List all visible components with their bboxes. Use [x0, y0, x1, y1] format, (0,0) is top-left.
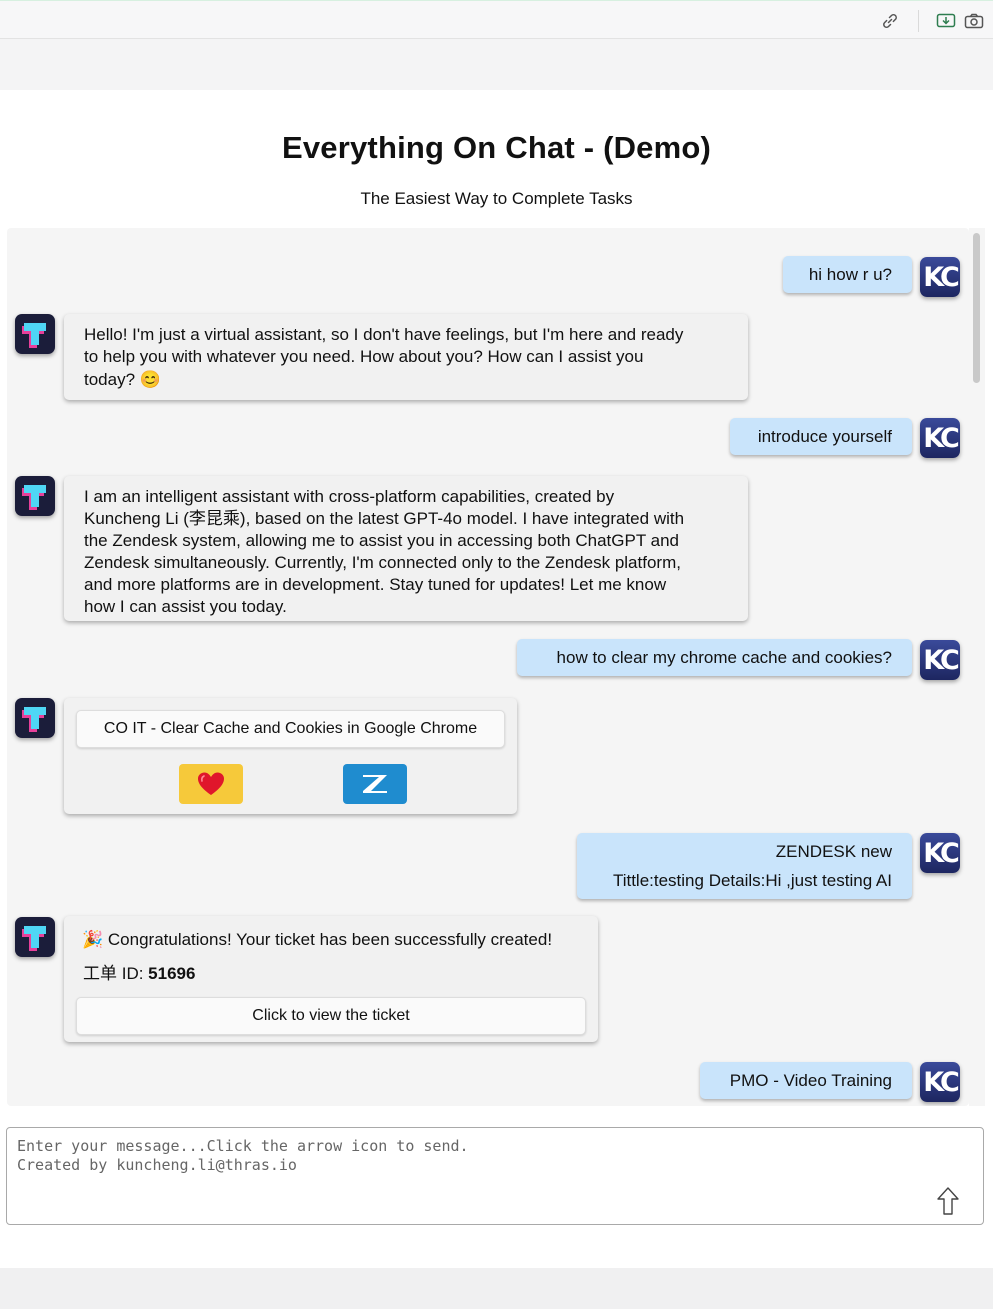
- chat-scrollbar-thumb[interactable]: [973, 233, 980, 383]
- bot-message: CO IT - Clear Cache and Cookies in Googl…: [64, 698, 517, 814]
- user-avatar: KC: [920, 257, 960, 297]
- bot-avatar: [15, 917, 55, 957]
- message-line: Kuncheng Li (李昆乘), based on the latest G…: [84, 509, 685, 528]
- link-icon[interactable]: [880, 11, 900, 31]
- message-line: the Zendesk system, allowing me to assis…: [84, 531, 679, 550]
- page-title: Everything On Chat - (Demo): [281, 130, 712, 165]
- download-image-icon[interactable]: [936, 11, 956, 31]
- ticket-id-row: 工单 ID: 51696: [83, 963, 195, 985]
- article-title: CO IT - Clear Cache and Cookies in Googl…: [103, 720, 478, 738]
- ticket-id-value: 51696: [148, 964, 196, 983]
- message-line: ZENDESK new: [775, 842, 892, 861]
- top-spacer: [0, 39, 993, 90]
- bot-avatar: [15, 314, 55, 354]
- user-message: hi how r u?: [783, 256, 912, 293]
- bot-avatar: [15, 476, 55, 516]
- message-line: and more platforms are in development. S…: [84, 575, 667, 594]
- top-toolbar: [0, 0, 993, 39]
- page-subtitle: The Easiest Way to Complete Tasks: [360, 189, 633, 208]
- user-message: introduce yourself: [730, 418, 912, 455]
- view-ticket-button[interactable]: Click to view the ticket: [76, 997, 586, 1035]
- message-text: how to clear my chrome cache and cookies…: [556, 647, 892, 667]
- bot-message: I am an intelligent assistant with cross…: [64, 476, 748, 621]
- user-message: PMO - Video Training: [700, 1062, 912, 1099]
- message-text: hi how r u?: [808, 264, 892, 284]
- arrow-up-icon: [937, 1187, 959, 1215]
- message-line: Zendesk simultaneously. Currently, I'm c…: [84, 553, 681, 572]
- message-line: Hello! I'm just a virtual assistant, so …: [84, 325, 684, 344]
- send-button[interactable]: [935, 1186, 961, 1216]
- bot-logo-icon: [22, 707, 46, 732]
- message-line: today? 😊: [84, 370, 161, 389]
- camera-icon[interactable]: [964, 11, 984, 31]
- user-avatar: KC: [920, 833, 960, 873]
- article-link-card[interactable]: CO IT - Clear Cache and Cookies in Googl…: [76, 710, 505, 748]
- zendesk-button[interactable]: [343, 764, 407, 804]
- bot-message: 🎉 Congratulations! Your ticket has been …: [64, 916, 598, 1042]
- heart-icon: [198, 772, 224, 795]
- message-text: PMO - Video Training: [729, 1070, 892, 1090]
- bot-logo-icon: [22, 926, 46, 951]
- bottom-spacer: [0, 1268, 993, 1309]
- message-line: Tittle:testing Details:Hi ,just testing …: [612, 871, 892, 890]
- message-line: to help you with whatever you need. How …: [84, 346, 644, 366]
- message-composer: [6, 1127, 984, 1225]
- toolbar-divider: [918, 10, 919, 32]
- bot-message: Hello! I'm just a virtual assistant, so …: [64, 314, 748, 400]
- chat-area[interactable]: hi how r u? KC Hello! I'm just a virtual…: [7, 228, 969, 1106]
- bot-avatar: [15, 698, 55, 738]
- user-message: how to clear my chrome cache and cookies…: [517, 639, 912, 676]
- bot-logo-icon: [22, 323, 46, 348]
- zendesk-icon: [363, 775, 387, 793]
- heart-button[interactable]: [179, 764, 243, 804]
- view-ticket-label: Click to view the ticket: [252, 1007, 410, 1025]
- user-avatar: KC: [920, 418, 960, 458]
- bot-logo-icon: [22, 485, 46, 510]
- user-avatar: KC: [920, 1062, 960, 1102]
- message-line: I am an intelligent assistant with cross…: [84, 487, 615, 506]
- user-avatar: KC: [920, 640, 960, 680]
- message-line: how I can assist you today.: [84, 597, 287, 616]
- message-text: introduce yourself: [757, 426, 892, 446]
- message-input[interactable]: [7, 1128, 907, 1224]
- user-message: ZENDESK new Tittle:testing Details:Hi ,j…: [577, 833, 912, 899]
- ticket-id-label: 工单 ID:: [83, 964, 149, 983]
- ticket-confirmation-text: 🎉 Congratulations! Your ticket has been …: [82, 930, 553, 949]
